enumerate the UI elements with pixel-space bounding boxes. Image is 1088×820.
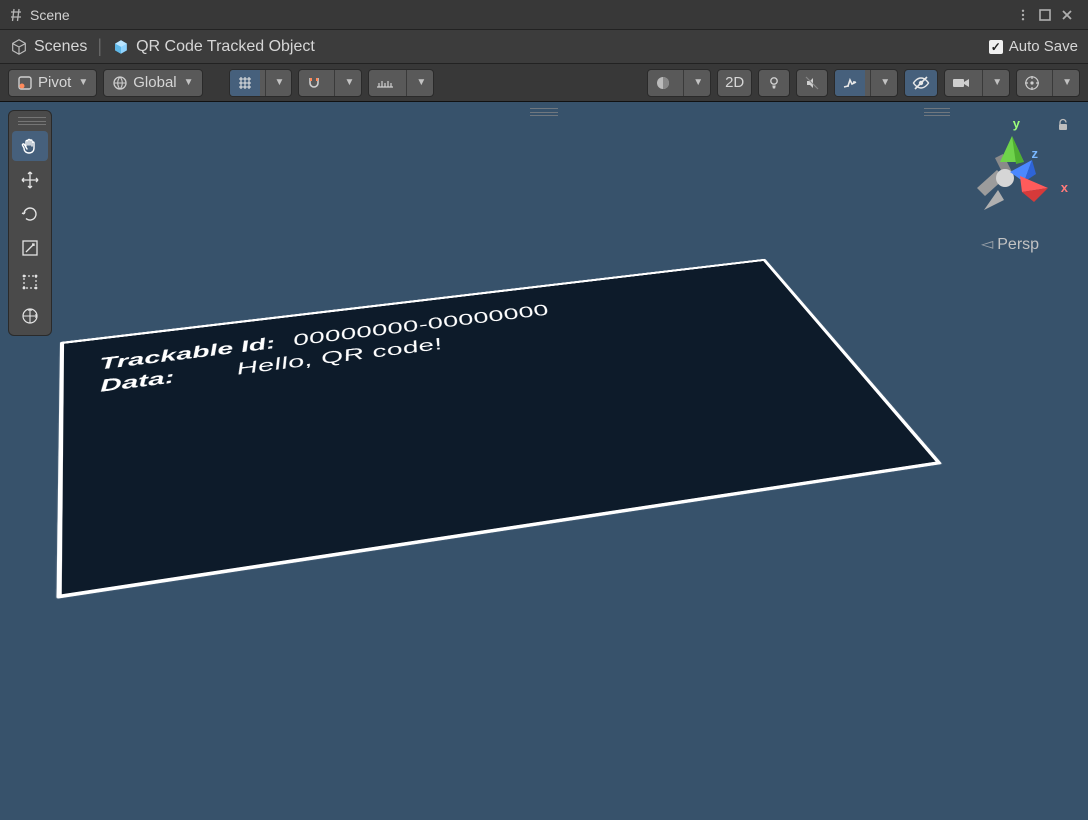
chevron-down-icon: ▼	[78, 77, 88, 88]
projection-toggle-icon: ◅	[981, 236, 993, 253]
axis-z-label: z	[1032, 146, 1039, 161]
gizmos-split[interactable]: ▼	[1016, 69, 1080, 97]
pivot-icon	[17, 75, 33, 91]
globe-icon	[112, 75, 128, 91]
transform-icon	[20, 306, 40, 326]
chevron-down-icon: ▼	[344, 77, 354, 88]
scene-visibility-toggle[interactable]	[904, 69, 938, 97]
chevron-down-icon: ▼	[992, 77, 1002, 88]
breadcrumb-separator: |	[93, 36, 106, 57]
check-icon: ✓	[989, 40, 1003, 54]
window-maximize-icon[interactable]	[1038, 8, 1058, 22]
projection-label[interactable]: ◅Persp	[950, 234, 1070, 254]
rect-tool-button[interactable]	[12, 267, 48, 297]
grid-visibility-button[interactable]	[230, 70, 260, 96]
tool-panel	[8, 110, 52, 336]
increment-snap-split[interactable]: ▼	[368, 69, 434, 97]
overlay-drag-handle-secondary[interactable]	[924, 108, 950, 116]
axis-gizmo-icon	[950, 118, 1060, 228]
snap-button[interactable]	[299, 70, 329, 96]
overlay-drag-handle[interactable]	[530, 108, 558, 116]
fx-dropdown[interactable]: ▼	[870, 70, 897, 96]
chevron-down-icon: ▼	[184, 77, 194, 88]
breadcrumb-current[interactable]: QR Code Tracked Object	[136, 38, 315, 56]
lock-icon[interactable]	[1056, 118, 1070, 132]
global-dropdown[interactable]: Global ▼	[103, 69, 202, 97]
magnet-icon	[306, 75, 322, 91]
lighting-toggle[interactable]	[758, 69, 790, 97]
auto-save-toggle[interactable]: ✓ Auto Save	[989, 38, 1078, 55]
mode-2d-label: 2D	[725, 74, 744, 91]
breadcrumb: Scenes | QR Code Tracked Object ✓ Auto S…	[0, 30, 1088, 64]
window-close-icon[interactable]	[1060, 8, 1080, 22]
light-icon	[766, 75, 782, 91]
increment-snap-button[interactable]	[369, 70, 401, 96]
eye-off-icon	[912, 75, 930, 91]
global-label: Global	[133, 74, 176, 91]
prefab-cube-icon	[112, 38, 130, 56]
ruler-icon	[376, 76, 394, 90]
chevron-down-icon: ▼	[416, 77, 426, 88]
gizmos-button[interactable]	[1017, 70, 1047, 96]
scale-icon	[20, 238, 40, 258]
axis-x-label: x	[1061, 180, 1068, 195]
camera-dropdown[interactable]: ▼	[982, 70, 1009, 96]
titlebar: Scene	[0, 0, 1088, 30]
move-tool-button[interactable]	[12, 165, 48, 195]
scale-tool-button[interactable]	[12, 233, 48, 263]
gizmos-dropdown[interactable]: ▼	[1052, 70, 1079, 96]
increment-snap-dropdown[interactable]: ▼	[406, 70, 433, 96]
draw-mode-dropdown[interactable]: ▼	[683, 70, 710, 96]
scene-hash-icon	[8, 7, 24, 23]
window-menu-icon[interactable]	[1016, 8, 1036, 22]
move-icon	[20, 170, 40, 190]
fx-icon	[842, 75, 858, 91]
pivot-label: Pivot	[38, 74, 71, 91]
fx-split[interactable]: ▼	[834, 69, 898, 97]
camera-split[interactable]: ▼	[944, 69, 1010, 97]
axis-y-label: y	[1013, 116, 1020, 131]
hand-tool-button[interactable]	[12, 131, 48, 161]
window-title: Scene	[30, 7, 1016, 23]
grid-visibility-split[interactable]: ▼	[229, 69, 293, 97]
auto-save-label: Auto Save	[1009, 38, 1078, 55]
chevron-down-icon: ▼	[1062, 77, 1072, 88]
audio-toggle[interactable]	[796, 69, 828, 97]
draw-mode-button[interactable]	[648, 70, 678, 96]
fx-button[interactable]	[835, 70, 865, 96]
toolbar: Pivot ▼ Global ▼ ▼ ▼ ▼ ▼ 2D	[0, 64, 1088, 102]
transform-tool-button[interactable]	[12, 301, 48, 331]
draw-mode-split[interactable]: ▼	[647, 69, 711, 97]
scene-viewport[interactable]: y z x ◅Persp Trackable Id: 00000000-0000…	[0, 102, 1088, 820]
rotate-tool-button[interactable]	[12, 199, 48, 229]
package-icon	[10, 38, 28, 56]
camera-icon	[952, 76, 970, 90]
snap-split[interactable]: ▼	[298, 69, 362, 97]
tool-panel-drag-handle[interactable]	[18, 117, 42, 125]
tracked-object-panel[interactable]: Trackable Id: 00000000-00000000 Data: He…	[56, 259, 942, 599]
grid-icon	[237, 75, 253, 91]
mode-2d-toggle[interactable]: 2D	[717, 69, 752, 97]
grid-visibility-dropdown[interactable]: ▼	[265, 70, 292, 96]
snap-dropdown[interactable]: ▼	[334, 70, 361, 96]
chevron-down-icon: ▼	[693, 77, 703, 88]
chevron-down-icon: ▼	[275, 77, 285, 88]
gizmos-icon	[1024, 75, 1040, 91]
breadcrumb-root[interactable]: Scenes	[34, 38, 87, 56]
camera-button[interactable]	[945, 70, 977, 96]
shaded-icon	[655, 75, 671, 91]
rect-icon	[20, 272, 40, 292]
chevron-down-icon: ▼	[880, 77, 890, 88]
projection-text: Persp	[997, 236, 1039, 253]
orientation-gizmo[interactable]: y z x ◅Persp	[950, 118, 1070, 258]
rotate-icon	[20, 204, 40, 224]
pivot-dropdown[interactable]: Pivot ▼	[8, 69, 97, 97]
hand-icon	[20, 136, 40, 156]
audio-icon	[804, 75, 820, 91]
